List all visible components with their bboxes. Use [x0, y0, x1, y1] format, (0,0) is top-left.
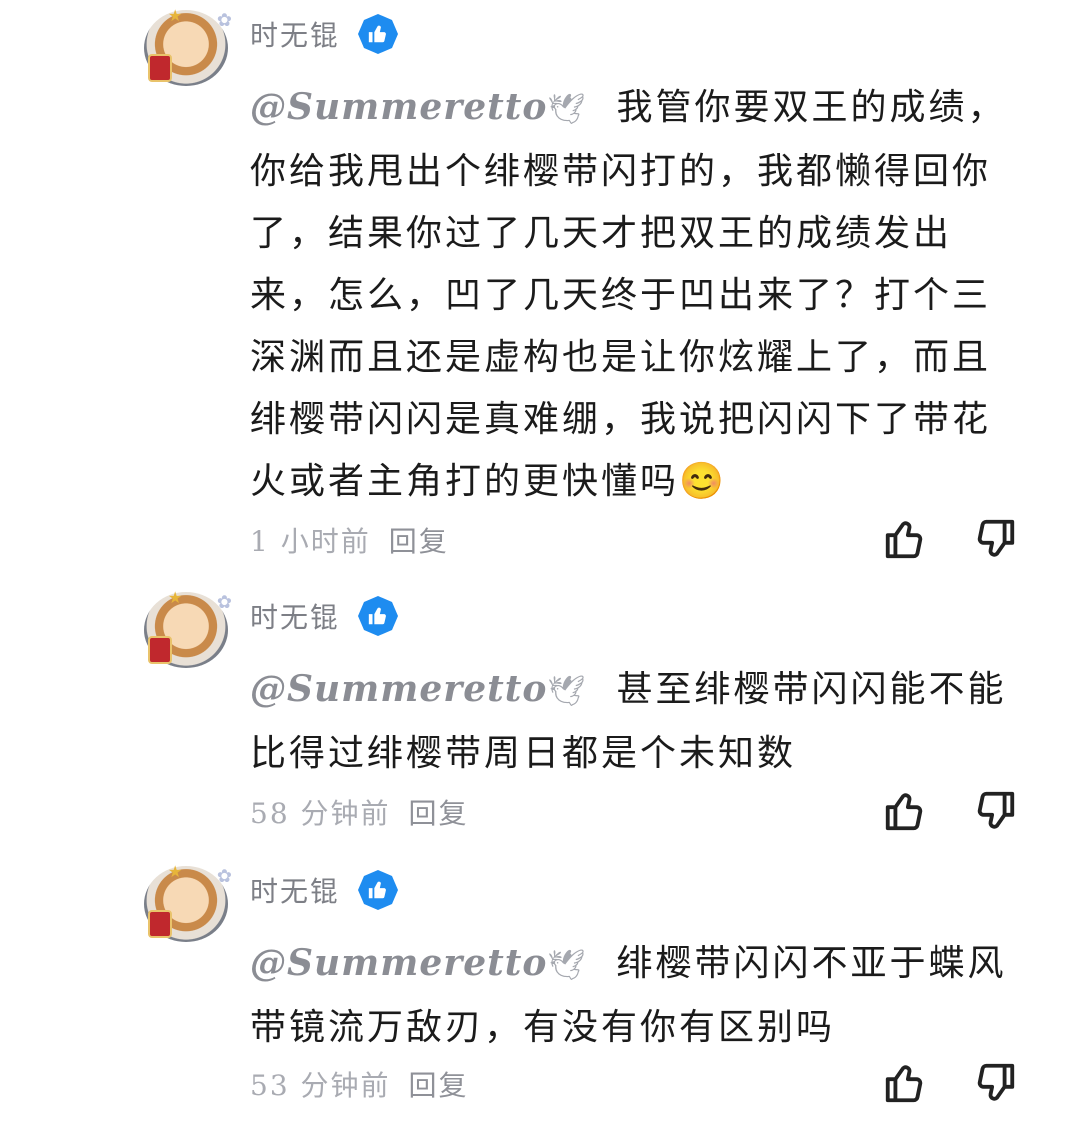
thumbs-down-icon[interactable] — [972, 1060, 1018, 1106]
avatar[interactable]: ★ ✿ — [144, 588, 232, 668]
thumbs-up-icon[interactable] — [882, 1060, 928, 1106]
reply-button[interactable]: 回复 — [409, 797, 469, 830]
verified-badge-icon — [358, 870, 398, 910]
username[interactable]: 时无锟 — [250, 596, 340, 636]
timestamp: 1 小时前 — [250, 525, 371, 558]
verified-badge-icon — [358, 596, 398, 636]
comment-body: 我管你要双王的成绩，你给我甩出个绯樱带闪打的，我都懒得回你了，结果你过了几天才把… — [250, 87, 1007, 502]
thumbs-down-icon[interactable] — [972, 516, 1018, 562]
thumbs-up-icon[interactable] — [882, 516, 928, 562]
comment-meta: 58 分钟前 回复 — [250, 792, 469, 832]
avatar[interactable]: ★ ✿ — [144, 6, 232, 86]
verified-badge-icon — [358, 14, 398, 54]
avatar[interactable]: ★ ✿ — [144, 862, 232, 942]
comment-text: @Summeretto🕊 我管你要双王的成绩，你给我甩出个绯樱带闪打的，我都懒得回… — [250, 76, 1020, 513]
timestamp: 58 分钟前 — [250, 797, 391, 830]
reply-button[interactable]: 回复 — [389, 525, 449, 558]
thumbs-up-icon[interactable] — [882, 788, 928, 834]
mention-link[interactable]: @Summeretto — [250, 942, 547, 984]
dove-icon: 🕊 — [547, 92, 589, 127]
timestamp: 53 分钟前 — [250, 1069, 391, 1102]
thumbs-down-icon[interactable] — [972, 788, 1018, 834]
mention-link[interactable]: @Summeretto — [250, 668, 547, 710]
emoji-icon: 😊 — [679, 461, 727, 502]
dove-icon: 🕊 — [547, 674, 589, 709]
comment-text: @Summeretto🕊 甚至绯樱带闪闪能不能比得过绯樱带周日都是个未知数 — [250, 658, 1020, 785]
mention-link[interactable]: @Summeretto — [250, 86, 547, 128]
reply-button[interactable]: 回复 — [409, 1069, 469, 1102]
username[interactable]: 时无锟 — [250, 14, 340, 54]
comment-meta: 1 小时前 回复 — [250, 520, 449, 560]
comment-text: @Summeretto🕊 绯樱带闪闪不亚于蝶风带镜流万敌刃，有没有你有区别吗 — [250, 932, 1020, 1059]
comment-meta: 53 分钟前 回复 — [250, 1064, 469, 1104]
username[interactable]: 时无锟 — [250, 870, 340, 910]
dove-icon: 🕊 — [547, 948, 589, 983]
